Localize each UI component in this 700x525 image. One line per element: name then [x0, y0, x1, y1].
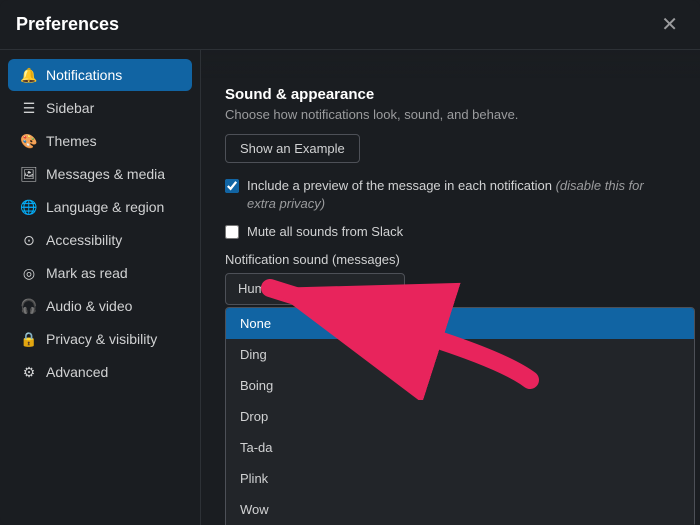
sidebar-item-label-audio-video: Audio & video [46, 298, 132, 314]
sidebar-item-sidebar[interactable]: ☰ Sidebar [8, 92, 192, 124]
sidebar-item-messages-media[interactable]: 🖼 Messages & media [8, 158, 192, 190]
sidebar-item-audio-video[interactable]: 🎧 Audio & video [8, 290, 192, 322]
accessibility-icon: ⊙ [20, 231, 38, 249]
preview-checkbox[interactable] [225, 179, 239, 193]
language-region-icon: 🌐 [20, 198, 38, 216]
mute-checkbox[interactable] [225, 225, 239, 239]
notification-sound-dropdown-wrapper: Hummus ▾ NoneDingBoingDropTa-daPlinkWowH… [225, 273, 405, 305]
section-desc: Choose how notifications look, sound, an… [225, 107, 676, 122]
dropdown-current-value: Hummus [238, 281, 290, 296]
dropdown-option-wow[interactable]: Wow [226, 494, 694, 525]
sidebar-item-label-mark-as-read: Mark as read [46, 265, 128, 281]
sidebar-item-label-privacy-visibility: Privacy & visibility [46, 331, 157, 347]
content-scroll: Sound & appearance Choose how notificati… [201, 50, 700, 321]
sidebar-item-label-notifications: Notifications [46, 67, 122, 83]
preview-checkbox-label: Include a preview of the message in each… [247, 177, 676, 213]
top-fade-overlay [201, 50, 700, 78]
themes-icon: 🎨 [20, 132, 38, 150]
sidebar-item-label-language-region: Language & region [46, 199, 164, 215]
dropdown-option-none[interactable]: None [226, 308, 694, 339]
show-example-button[interactable]: Show an Example [225, 134, 360, 163]
sidebar: 🔔 Notifications ☰ Sidebar 🎨 Themes 🖼 Messages &… [0, 50, 200, 525]
dropdown-option-plink[interactable]: Plink [226, 463, 694, 494]
dropdown-label: Notification sound (messages) [225, 252, 676, 267]
privacy-visibility-icon: 🔒 [20, 330, 38, 348]
dropdown-option-ta-da[interactable]: Ta-da [226, 432, 694, 463]
sidebar-item-themes[interactable]: 🎨 Themes [8, 125, 192, 157]
sidebar-item-notifications[interactable]: 🔔 Notifications [8, 59, 192, 91]
chevron-down-icon: ▾ [385, 281, 392, 297]
mute-checkbox-label: Mute all sounds from Slack [247, 223, 403, 241]
dropdown-option-ding[interactable]: Ding [226, 339, 694, 370]
modal-header: Preferences ✕ [0, 0, 700, 50]
dropdown-option-drop[interactable]: Drop [226, 401, 694, 432]
notifications-icon: 🔔 [20, 66, 38, 84]
sidebar-item-label-advanced: Advanced [46, 364, 108, 380]
section-title: Sound & appearance [225, 86, 676, 103]
messages-media-icon: 🖼 [20, 165, 38, 183]
sidebar-item-advanced[interactable]: ⚙ Advanced [8, 356, 192, 388]
dropdown-option-boing[interactable]: Boing [226, 370, 694, 401]
close-button[interactable]: ✕ [655, 10, 684, 39]
notification-sound-dropdown[interactable]: Hummus ▾ [225, 273, 405, 305]
advanced-icon: ⚙ [20, 363, 38, 381]
preferences-modal: Preferences ✕ 🔔 Notifications ☰ Sidebar 🎨 The… [0, 0, 700, 525]
sidebar-icon: ☰ [20, 99, 38, 117]
sidebar-item-language-region[interactable]: 🌐 Language & region [8, 191, 192, 223]
sidebar-item-label-messages-media: Messages & media [46, 166, 165, 182]
preview-checkbox-row: Include a preview of the message in each… [225, 177, 676, 213]
sidebar-item-privacy-visibility[interactable]: 🔒 Privacy & visibility [8, 323, 192, 355]
mark-as-read-icon: ◎ [20, 264, 38, 282]
modal-body: 🔔 Notifications ☰ Sidebar 🎨 Themes 🖼 Messages &… [0, 50, 700, 525]
main-content: Sound & appearance Choose how notificati… [200, 50, 700, 525]
sidebar-item-label-accessibility: Accessibility [46, 232, 122, 248]
sidebar-item-accessibility[interactable]: ⊙ Accessibility [8, 224, 192, 256]
sidebar-item-label-sidebar: Sidebar [46, 100, 94, 116]
dropdown-options-list: NoneDingBoingDropTa-daPlinkWowHere you g… [225, 307, 695, 525]
audio-video-icon: 🎧 [20, 297, 38, 315]
modal-title: Preferences [16, 14, 119, 35]
mute-checkbox-row: Mute all sounds from Slack [225, 223, 676, 241]
sidebar-item-label-themes: Themes [46, 133, 97, 149]
sidebar-item-mark-as-read[interactable]: ◎ Mark as read [8, 257, 192, 289]
